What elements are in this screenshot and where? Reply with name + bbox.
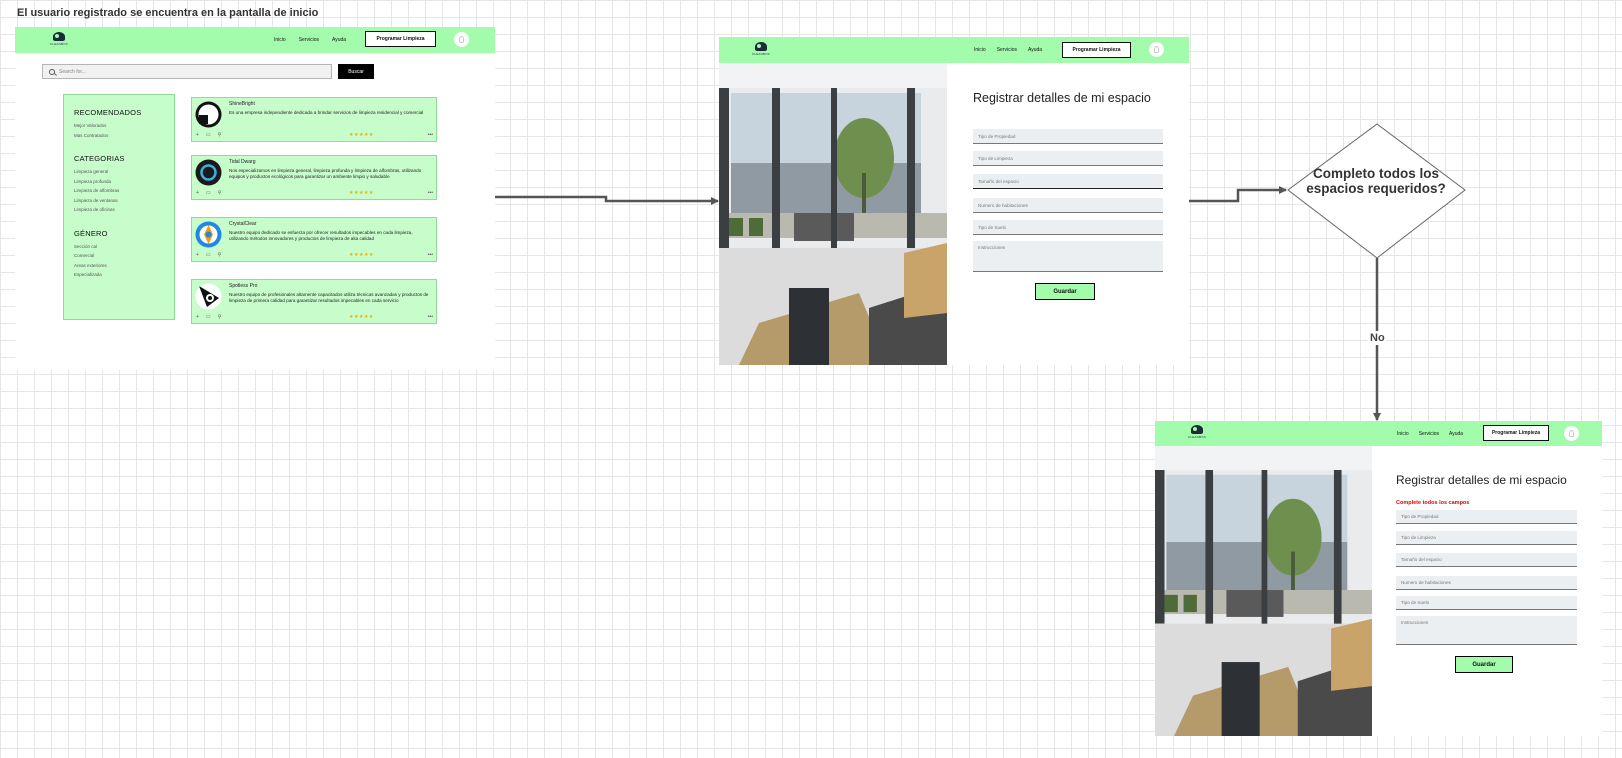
no-edge-label: No [1368,331,1387,345]
connector-home-to-register [495,195,719,205]
flow-connectors [495,123,1466,421]
connector-register-to-decision [1189,186,1287,203]
decision-label: Completo todos los espacios requeridos? [1306,166,1446,196]
